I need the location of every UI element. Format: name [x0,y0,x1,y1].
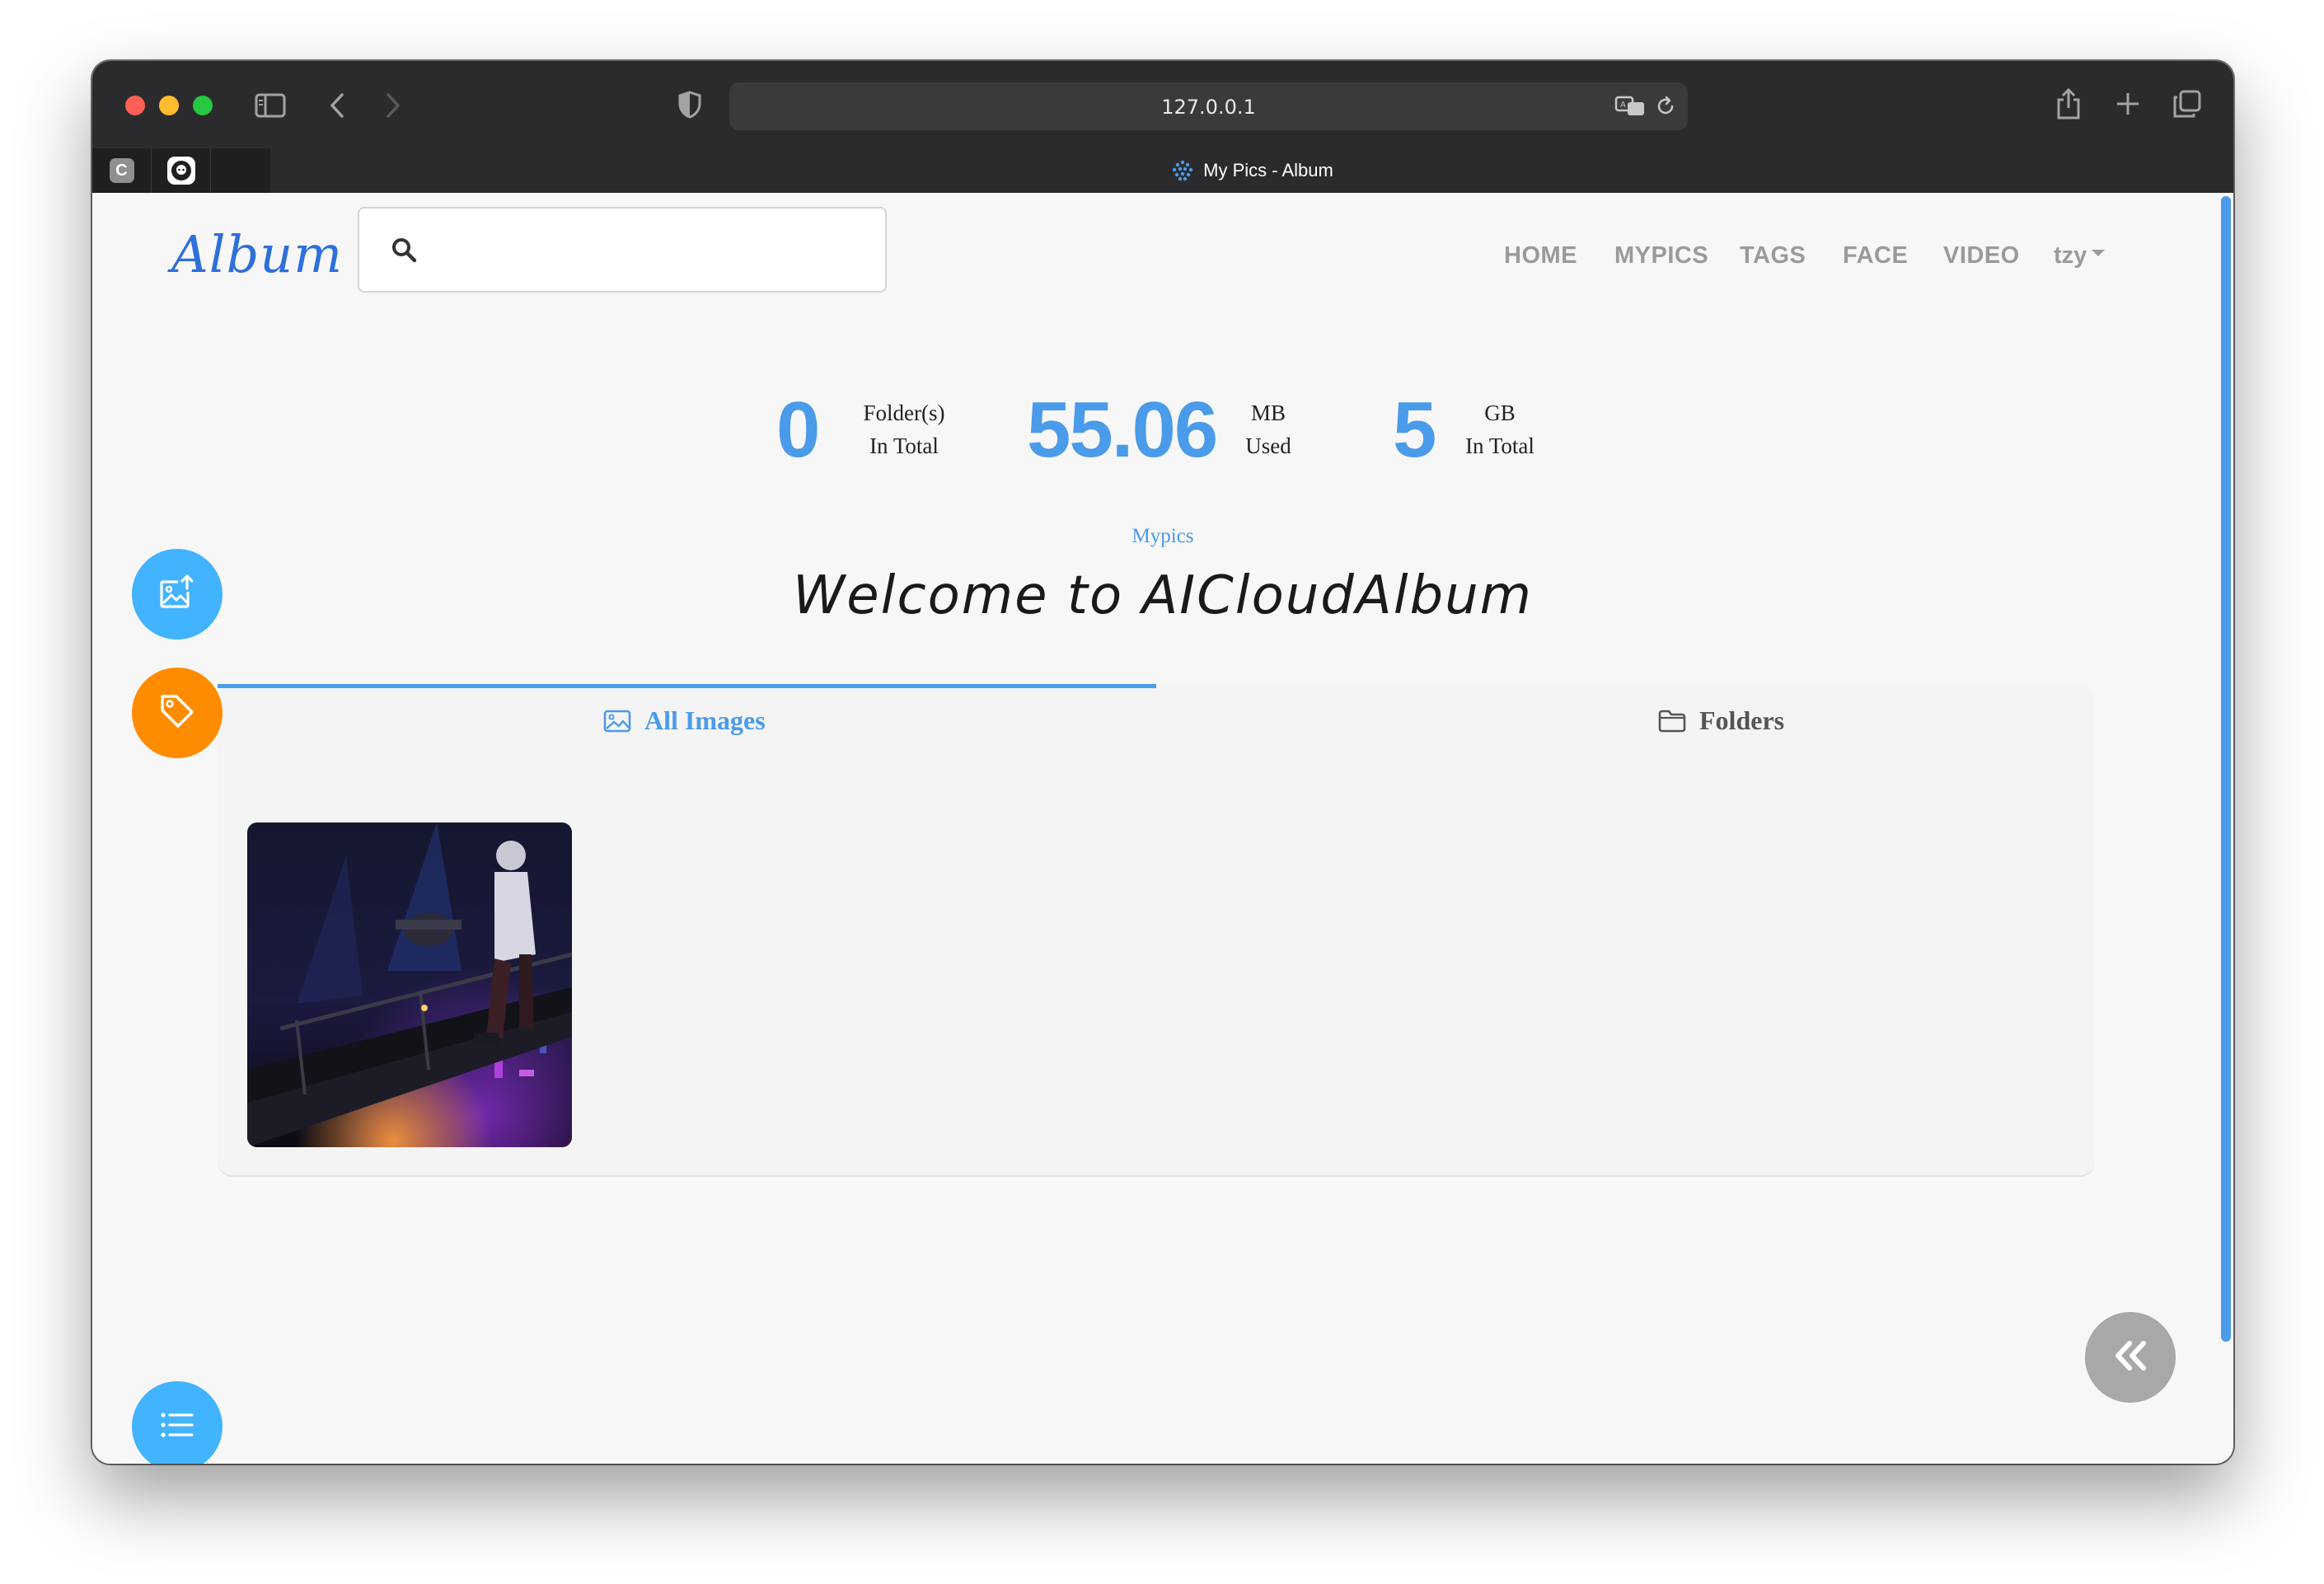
used-storage-caption: Used [1245,433,1291,458]
gallery-card: All Images Folders [218,684,2095,1177]
total-storage-label: GB In Total [1446,396,1553,462]
folder-icon [1658,710,1686,733]
tab-bar: C My Pics - Album [92,148,2233,193]
back-icon[interactable] [325,91,349,120]
new-tab-icon[interactable] [2113,89,2143,119]
address-bar[interactable]: 127.0.0.1 A [729,82,1688,130]
close-window-button[interactable] [125,96,145,115]
anime-night-scene-image [247,822,572,1147]
share-icon[interactable] [2054,86,2083,122]
image-icon [603,710,631,733]
nav-tags[interactable]: TAGS [1740,242,1806,269]
folders-label-line2: In Total [869,433,939,458]
scrollbar[interactable] [2220,193,2233,1464]
used-storage-value: 55.06 [1027,386,1218,474]
reload-icon[interactable] [1653,94,1678,119]
used-storage-label: MB Used [1231,396,1305,462]
tag-icon [158,692,196,734]
tag-button[interactable] [132,668,223,758]
page-content: Album HOME MYPICS TAGS FACE VIDEO tzy 0 … [92,193,2233,1464]
search-icon [391,237,417,263]
svg-text:A: A [1620,101,1626,110]
site-favicon-icon [1170,158,1195,183]
tab-all-images-label: All Images [644,705,766,735]
github-icon [166,157,195,185]
title-bar: 127.0.0.1 A [92,61,2233,148]
url-text: 127.0.0.1 [1161,96,1256,119]
pinned-tab-c-icon: C [109,158,134,183]
browser-window: 127.0.0.1 A C My Pics - Album Album HOME… [92,61,2233,1464]
breadcrumb[interactable]: Mypics [92,525,2233,548]
pinned-tab-c[interactable]: C [92,148,152,193]
folders-label-line1: Folder(s) [863,401,945,425]
upload-image-button[interactable] [132,549,223,640]
caret-down-icon [2092,249,2106,256]
folders-label: Folder(s) In Total [834,396,974,462]
tab-folders-label: Folders [1699,705,1785,735]
translate-icon[interactable]: A [1614,94,1647,119]
tab-all-images[interactable]: All Images [603,705,766,736]
forward-icon[interactable] [381,91,405,120]
tab-title: My Pics - Album [1203,160,1333,180]
double-chevron-left-icon [2111,1339,2149,1376]
maximize-window-button[interactable] [193,96,213,115]
search-box[interactable] [358,207,887,293]
active-tab[interactable]: My Pics - Album [270,148,2233,193]
site-logo[interactable]: Album [171,224,343,284]
tab-folders[interactable]: Folders [1658,705,1784,736]
privacy-shield-icon[interactable] [676,89,704,120]
collapse-button[interactable] [2085,1312,2176,1403]
total-storage-caption: In Total [1465,433,1534,458]
user-name: tzy [2054,242,2087,269]
image-upload-icon [158,574,196,616]
total-storage-value: 5 [1393,386,1437,474]
nav-home[interactable]: HOME [1504,242,1577,269]
list-icon [159,1410,195,1444]
image-thumbnail[interactable] [247,822,572,1147]
minimize-window-button[interactable] [159,96,179,115]
page-title: Welcome to AICloudAlbum [793,565,1533,626]
search-input[interactable] [433,225,862,274]
folders-count: 0 [776,386,821,474]
nav-face[interactable]: FACE [1843,242,1908,269]
nav-video[interactable]: VIDEO [1943,242,2020,269]
used-storage-unit: MB [1250,401,1286,425]
sidebar-toggle-icon[interactable] [254,91,287,120]
nav-mypics[interactable]: MYPICS [1614,242,1708,269]
pinned-tab-github[interactable] [152,148,211,193]
total-storage-unit: GB [1484,401,1516,425]
user-menu-dropdown[interactable]: tzy [2054,242,2106,269]
active-tab-indicator [218,684,1156,688]
scrollbar-thumb[interactable] [2221,196,2231,1342]
tab-overview-icon[interactable] [2171,87,2204,120]
menu-list-button[interactable] [132,1381,223,1464]
